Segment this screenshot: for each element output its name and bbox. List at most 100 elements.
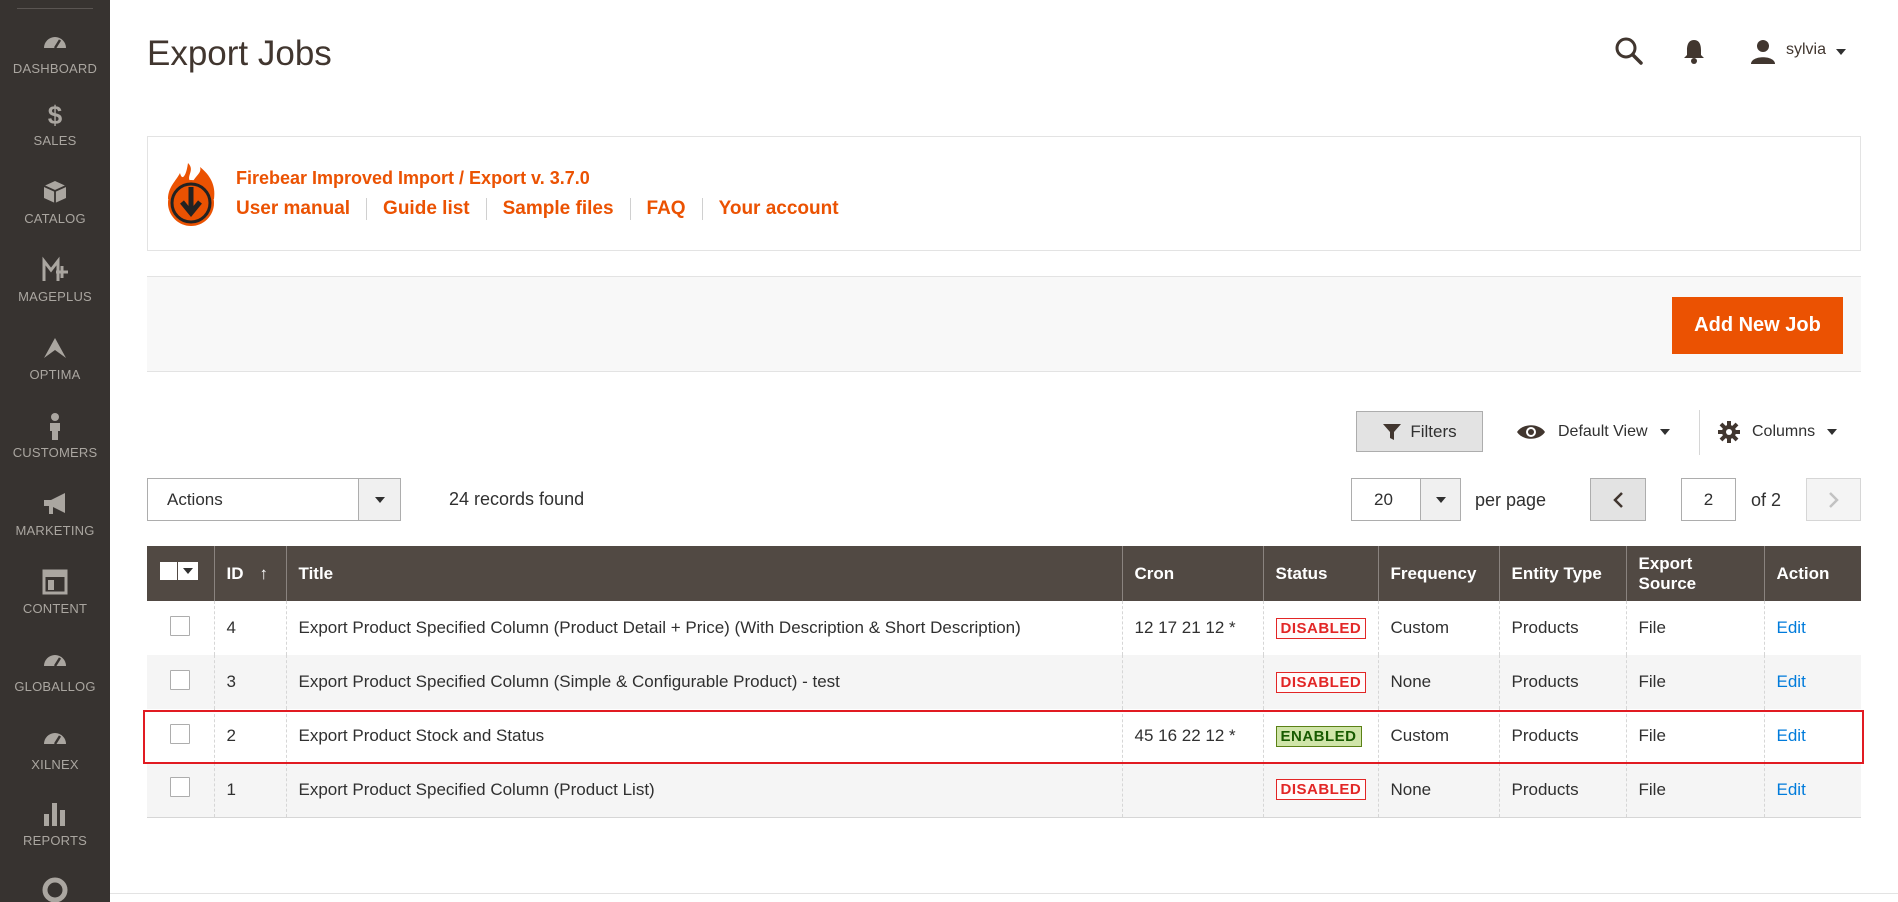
- per-page-toggle[interactable]: [1420, 479, 1460, 520]
- notifications-button[interactable]: [1682, 38, 1706, 64]
- export-source-cell: File: [1625, 655, 1764, 709]
- entity-type-cell: Products: [1498, 709, 1626, 763]
- sidebar-item-label: CATALOG: [24, 211, 86, 226]
- column-header-title[interactable]: Title: [285, 546, 1122, 601]
- actions-label: Actions: [167, 490, 223, 509]
- dollar-icon: $: [48, 100, 63, 128]
- export-source-cell: File: [1625, 709, 1764, 763]
- admin-sidebar: DASHBOARD $ SALES CATALOG MAGEPLUS OPTIM…: [0, 0, 110, 902]
- toolbar-divider: [1699, 410, 1700, 455]
- sidebar-item-customers[interactable]: CUSTOMERS: [0, 412, 110, 490]
- sidebar-item-label: REPORTS: [22, 833, 87, 848]
- row-select-cell: [147, 655, 214, 709]
- bar-chart-icon: [44, 803, 65, 826]
- cron-cell: [1121, 655, 1263, 709]
- mass-select-checkbox[interactable]: [160, 562, 198, 580]
- sidebar-item-label: CUSTOMERS: [12, 445, 98, 460]
- row-checkbox[interactable]: [170, 777, 190, 798]
- per-page-select[interactable]: 20: [1351, 478, 1461, 521]
- actions-toggle[interactable]: [358, 479, 400, 520]
- frequency-cell: None: [1377, 655, 1499, 709]
- stores-icon: [42, 877, 68, 902]
- status-badge: DISABLED: [1275, 617, 1367, 639]
- edit-link[interactable]: Edit: [1777, 726, 1806, 745]
- edit-link[interactable]: Edit: [1777, 780, 1806, 799]
- status-cell: DISABLED: [1262, 601, 1378, 655]
- column-header-frequency[interactable]: Frequency: [1377, 546, 1499, 601]
- sidebar-item-label: CONTENT: [22, 601, 88, 616]
- megaphone-icon: [44, 493, 65, 514]
- status-badge: DISABLED: [1275, 779, 1367, 801]
- edit-link[interactable]: Edit: [1777, 618, 1806, 637]
- user-account-menu[interactable]: sylvia: [1750, 36, 1850, 66]
- previous-page-button[interactable]: [1590, 478, 1646, 521]
- column-header-action: Action: [1763, 546, 1861, 601]
- eye-icon: [1517, 425, 1545, 439]
- page-actions-bar: Add New Job: [147, 276, 1861, 372]
- column-header-export-source[interactable]: Export Source: [1625, 546, 1764, 601]
- chevron-down-icon: [1836, 49, 1846, 55]
- default-view-dropdown[interactable]: Default View: [1516, 418, 1670, 446]
- row-checkbox[interactable]: [170, 723, 190, 744]
- title-cell: Export Product Specified Column (Simple …: [285, 655, 1122, 709]
- filters-button[interactable]: Filters: [1356, 411, 1483, 452]
- cron-cell: 12 17 21 12 *: [1121, 601, 1263, 655]
- sidebar-item-catalog[interactable]: CATALOG: [0, 178, 110, 256]
- sidebar-item-dashboard[interactable]: DASHBOARD: [0, 28, 110, 106]
- sort-ascending-icon: ↑: [259, 563, 269, 583]
- frequency-cell: None: [1377, 763, 1499, 818]
- sidebar-item-mageplus[interactable]: MAGEPLUS: [0, 256, 110, 334]
- sidebar-item-xilnex[interactable]: XILNEX: [0, 724, 110, 802]
- page-title: Export Jobs: [147, 34, 332, 73]
- faq-link[interactable]: FAQ: [647, 198, 686, 220]
- sidebar-item-marketing[interactable]: MARKETING: [0, 490, 110, 568]
- guide-list-link[interactable]: Guide list: [383, 198, 470, 220]
- export-source-cell: File: [1625, 601, 1764, 655]
- sidebar-item-label: MAGEPLUS: [18, 289, 92, 304]
- firebear-logo: [168, 163, 215, 226]
- mass-select-header[interactable]: [147, 546, 214, 601]
- export-source-cell: File: [1625, 763, 1764, 818]
- row-checkbox[interactable]: [170, 669, 190, 690]
- global-search-button[interactable]: [1614, 36, 1644, 66]
- footer-divider: [110, 893, 1898, 894]
- column-header-cron[interactable]: Cron: [1121, 546, 1263, 601]
- columns-dropdown[interactable]: Columns: [1718, 418, 1838, 446]
- sidebar-item-globallog[interactable]: GLOBALLOG: [0, 646, 110, 724]
- action-cell: Edit: [1763, 655, 1861, 709]
- chevron-down-icon: [1436, 497, 1446, 503]
- mass-actions-select[interactable]: Actions: [147, 478, 401, 521]
- next-page-button[interactable]: [1806, 478, 1861, 521]
- person-icon: [50, 413, 60, 440]
- mageplus-icon: [42, 256, 68, 281]
- search-icon: [1615, 37, 1643, 65]
- status-cell: DISABLED: [1262, 763, 1378, 818]
- title-cell: Export Product Specified Column (Product…: [285, 763, 1122, 818]
- cron-cell: 45 16 22 12 *: [1121, 709, 1263, 763]
- chevron-left-icon: [1613, 492, 1623, 508]
- add-new-job-button[interactable]: Add New Job: [1672, 297, 1843, 354]
- your-account-link[interactable]: Your account: [719, 198, 839, 220]
- edit-link[interactable]: Edit: [1777, 672, 1806, 691]
- page-number-input[interactable]: 2: [1681, 478, 1736, 521]
- status-badge: DISABLED: [1275, 671, 1367, 693]
- frequency-cell: Custom: [1377, 601, 1499, 655]
- sidebar-item-optima[interactable]: OPTIMA: [0, 334, 110, 412]
- sidebar-item-reports[interactable]: REPORTS: [0, 800, 110, 878]
- user-manual-link[interactable]: User manual: [236, 198, 350, 220]
- column-header-id[interactable]: ID ↑: [213, 546, 286, 601]
- chevron-down-icon: [375, 497, 385, 503]
- row-checkbox[interactable]: [170, 615, 190, 636]
- export-jobs-grid: ID ↑ Title Cron Status Frequency Entity T…: [147, 546, 1861, 818]
- sidebar-item-sales[interactable]: $ SALES: [0, 100, 110, 178]
- id-cell: 2: [213, 709, 286, 763]
- per-page-value: 20: [1374, 490, 1393, 509]
- firebear-links: User manual Guide list Sample files FAQ …: [236, 198, 839, 220]
- column-header-entity-type[interactable]: Entity Type: [1498, 546, 1626, 601]
- link-divider: [629, 198, 631, 220]
- sidebar-item-label: OPTIMA: [29, 367, 81, 382]
- sample-files-link[interactable]: Sample files: [503, 198, 614, 220]
- sidebar-item-content[interactable]: CONTENT: [0, 568, 110, 646]
- column-header-status[interactable]: Status: [1262, 546, 1378, 601]
- grid-header-row: ID ↑ Title Cron Status Frequency Entity T…: [147, 546, 1861, 601]
